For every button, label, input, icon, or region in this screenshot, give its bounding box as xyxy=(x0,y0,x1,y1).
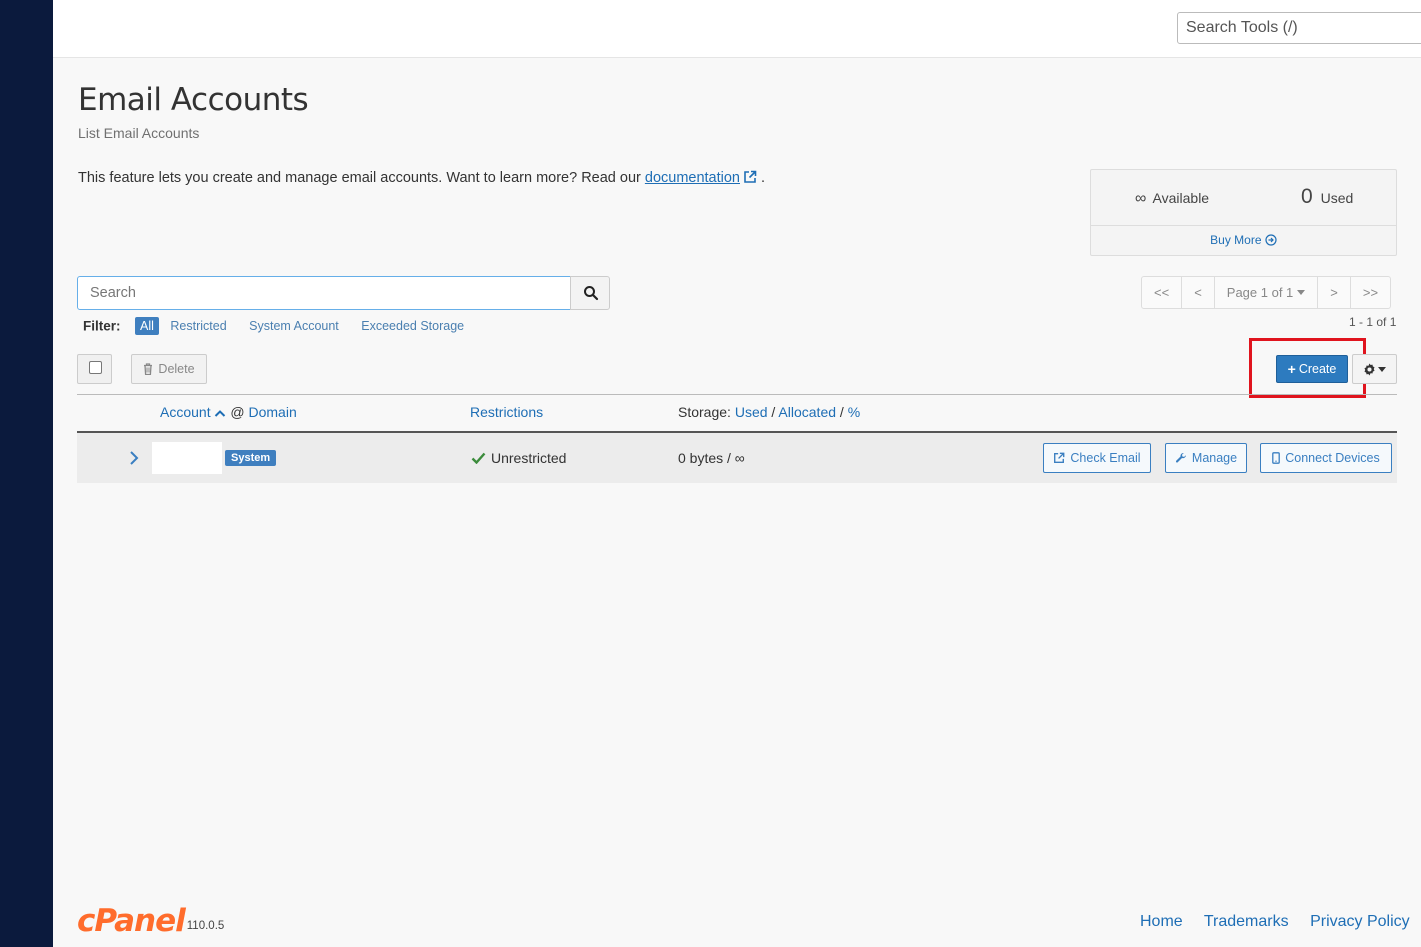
filter-exceeded-storage[interactable]: Exceeded Storage xyxy=(361,319,464,333)
page-title: Email Accounts xyxy=(78,82,309,118)
pagination: << < Page 1 of 1 > >> xyxy=(1141,276,1392,309)
storage-value: 0 bytes / ∞ xyxy=(678,450,745,466)
sort-ascending-icon xyxy=(215,410,226,417)
check-email-label: Check Email xyxy=(1070,451,1141,465)
account-name xyxy=(152,442,222,474)
page-select[interactable]: Page 1 of 1 xyxy=(1215,277,1319,308)
caret-down-icon xyxy=(1297,290,1306,295)
search-tools-input[interactable] xyxy=(1177,12,1421,44)
caret-down-icon xyxy=(1378,366,1386,372)
delete-button[interactable]: Delete xyxy=(131,354,207,384)
results-range: 1 - 1 of 1 xyxy=(1349,315,1397,329)
first-page-button[interactable]: << xyxy=(1142,277,1183,308)
storage-percent-sort[interactable]: % xyxy=(848,404,860,420)
select-all-checkbox-wrapper[interactable] xyxy=(77,354,112,384)
footer-link-trademarks[interactable]: Trademarks xyxy=(1204,913,1289,930)
used-stat: 0 Used xyxy=(1301,185,1353,209)
column-header-account[interactable]: Account @ Domain xyxy=(160,404,297,420)
buy-more-link[interactable]: Buy More xyxy=(1091,233,1396,247)
next-page-button[interactable]: > xyxy=(1318,277,1351,308)
last-page-button[interactable]: >> xyxy=(1351,277,1390,308)
intro-text: This feature lets you create and manage … xyxy=(78,170,765,186)
intro-end: . xyxy=(761,170,766,186)
mobile-phone-icon xyxy=(1272,452,1281,464)
page-label: Page 1 of 1 xyxy=(1226,285,1294,300)
stats-divider xyxy=(1091,225,1396,226)
check-email-button[interactable]: Check Email xyxy=(1043,443,1151,473)
external-link-icon xyxy=(1054,452,1065,463)
main-content: Email Accounts List Email Accounts This … xyxy=(53,58,1421,947)
available-stat: ∞ Available xyxy=(1135,190,1209,208)
email-search-input[interactable] xyxy=(77,276,571,310)
footer-links: Home Trademarks Privacy Policy D xyxy=(1140,913,1421,931)
footer-link-privacy-policy[interactable]: Privacy Policy xyxy=(1310,913,1410,930)
account-stats-panel: ∞ Available 0 Used Buy More xyxy=(1090,169,1397,256)
manage-button[interactable]: Manage xyxy=(1165,443,1247,473)
domain-sort-link[interactable]: Domain xyxy=(248,404,296,420)
account-sort-link[interactable]: Account xyxy=(160,404,211,420)
storage-allocated-sort[interactable]: Allocated xyxy=(778,404,836,420)
manage-label: Manage xyxy=(1191,451,1238,465)
table-row: System Unrestricted 0 bytes / ∞ Check Em… xyxy=(77,433,1397,483)
table-top-divider xyxy=(77,394,1397,395)
search-button[interactable] xyxy=(570,276,610,310)
storage-separator: / xyxy=(836,404,848,420)
create-highlight-box xyxy=(1249,338,1366,398)
prev-page-button[interactable]: < xyxy=(1182,277,1215,308)
arrow-circle-right-icon xyxy=(1265,234,1277,246)
chevron-right-icon[interactable] xyxy=(127,449,141,467)
cpanel-logo-text: cPanel xyxy=(77,903,186,939)
filter-bar: Filter: All Restricted System Account Ex… xyxy=(83,317,483,339)
intro-sentence: This feature lets you create and manage … xyxy=(78,170,645,186)
buy-more-label: Buy More xyxy=(1210,233,1262,247)
storage-separator: / xyxy=(767,404,779,420)
at-separator: @ xyxy=(226,404,249,420)
column-header-storage: Storage: Used / Allocated / % xyxy=(678,404,860,420)
filter-system-account[interactable]: System Account xyxy=(249,319,339,333)
filter-label: Filter: xyxy=(83,318,121,334)
version-number: 110.0.5 xyxy=(186,920,225,932)
top-bar xyxy=(53,0,1421,58)
filter-all[interactable]: All xyxy=(135,317,159,335)
check-icon xyxy=(471,452,486,464)
left-nav-rail xyxy=(0,0,53,947)
system-badge: System xyxy=(225,450,277,466)
storage-used-sort[interactable]: Used xyxy=(735,404,768,420)
connect-devices-label: Connect Devices xyxy=(1285,451,1380,465)
gear-icon xyxy=(1364,362,1375,376)
infinity-icon: ∞ xyxy=(1135,190,1147,207)
restriction-cell: Unrestricted xyxy=(471,450,566,466)
restriction-value: Unrestricted xyxy=(491,450,567,466)
search-icon xyxy=(584,286,599,301)
footer-link-home[interactable]: Home xyxy=(1140,913,1183,930)
delete-label: Delete xyxy=(158,362,195,376)
used-label: Used xyxy=(1320,190,1354,206)
filter-restricted[interactable]: Restricted xyxy=(170,319,226,333)
storage-label: Storage: xyxy=(678,404,735,420)
column-header-restrictions[interactable]: Restrictions xyxy=(470,404,543,420)
used-count: 0 xyxy=(1301,185,1313,208)
documentation-link[interactable]: documentation xyxy=(645,170,740,186)
trash-icon xyxy=(144,363,153,375)
settings-dropdown-button[interactable] xyxy=(1352,354,1397,384)
select-all-checkbox[interactable] xyxy=(89,361,102,374)
wrench-icon xyxy=(1175,452,1186,463)
page-subtitle: List Email Accounts xyxy=(78,125,200,141)
external-link-icon[interactable] xyxy=(743,170,757,184)
connect-devices-button[interactable]: Connect Devices xyxy=(1260,443,1392,473)
available-label: Available xyxy=(1152,190,1210,206)
cpanel-logo[interactable]: cPanel 110.0.5 xyxy=(77,903,224,939)
